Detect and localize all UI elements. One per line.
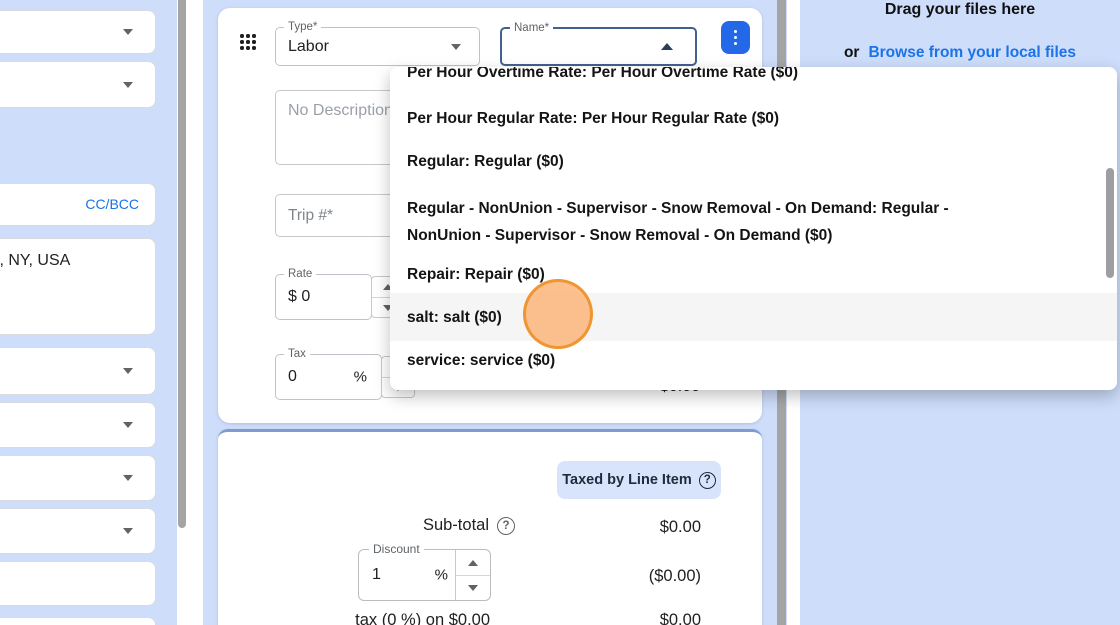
left-select-2[interactable] [0, 61, 156, 108]
tax-label: Tax [284, 347, 310, 361]
click-indicator [523, 279, 593, 349]
left-select-6[interactable] [0, 508, 156, 554]
discount-input[interactable] [359, 550, 429, 600]
triangle-up-icon [468, 559, 478, 566]
tax-line-value: $0.00 [659, 611, 701, 625]
subtotal-label: Sub-total [422, 516, 489, 534]
chevron-down-icon [123, 81, 133, 88]
line-item-menu-button[interactable] [721, 21, 750, 54]
name-select[interactable]: Name* [500, 21, 697, 66]
left-input-7[interactable] [0, 561, 156, 606]
menu-option[interactable]: Per Hour Regular Rate: Per Hour Regular … [390, 109, 1117, 129]
drag-handle-icon[interactable] [239, 33, 257, 51]
chevron-down-icon [123, 528, 133, 534]
menu-option-highlighted[interactable]: salt: salt ($0) [390, 308, 1117, 328]
left-panel-scrollbar[interactable] [178, 0, 186, 528]
left-input-8[interactable] [0, 617, 156, 625]
tax-percent-suffix: % [353, 368, 367, 386]
discount-percent-suffix: % [434, 566, 448, 584]
taxed-chip-label: Taxed by Line Item [562, 472, 692, 488]
name-options-menu: Per Hour Overtime Rate: Per Hour Overtim… [390, 67, 1117, 390]
help-icon[interactable]: ? [698, 471, 716, 489]
discount-amount: ($0.00) [648, 567, 701, 585]
address-text: le, NY, USA [0, 252, 71, 269]
recipient-field[interactable]: CC/BCC [0, 183, 156, 226]
address-field[interactable]: le, NY, USA [0, 238, 156, 335]
rate-field[interactable]: Rate $ 0 [275, 267, 372, 320]
chevron-down-icon [451, 43, 461, 50]
chevron-down-icon [123, 422, 133, 428]
subtotal-value: $0.00 [659, 518, 701, 536]
name-label: Name* [510, 21, 554, 35]
discount-increment-button[interactable] [456, 550, 490, 575]
tax-field[interactable]: Tax 0 % [275, 347, 382, 400]
menu-option[interactable]: Regular - NonUnion - Supervisor - Snow R… [390, 195, 1050, 249]
type-select[interactable]: Type* Labor [275, 20, 480, 66]
cc-bcc-link[interactable]: CC/BCC [85, 196, 139, 212]
subtotal-label-row: Sub-total ? [423, 516, 515, 535]
left-select-1[interactable] [0, 10, 156, 54]
menu-scrollbar[interactable] [1106, 168, 1114, 278]
rate-value: $ 0 [288, 288, 311, 305]
menu-option[interactable]: Regular: Regular ($0) [390, 152, 1117, 172]
chevron-down-icon [123, 368, 133, 374]
kebab-icon [734, 30, 737, 34]
type-value: Labor [288, 37, 329, 55]
menu-option[interactable]: Repair: Repair ($0) [390, 265, 1117, 285]
triangle-down-icon [468, 585, 478, 591]
tax-line-label: tax (0 %) on $0.00 [355, 611, 490, 625]
or-text: or [843, 44, 860, 61]
chevron-down-icon [123, 475, 133, 481]
tax-value: 0 [288, 368, 297, 385]
discount-stepper[interactable] [455, 550, 490, 600]
left-form-panel: CC/BCC le, NY, USA [0, 0, 177, 625]
upload-or-row: or Browse from your local files [800, 44, 1120, 62]
help-icon[interactable]: ? [497, 516, 515, 535]
type-label: Type* [284, 20, 322, 34]
invoice-summary-card: Taxed by Line Item ? Sub-total ? $0.00 D… [218, 429, 762, 625]
drag-files-title: Drag your files here [884, 1, 1036, 18]
discount-decrement-button[interactable] [456, 575, 490, 600]
browse-files-link[interactable]: Browse from your local files [868, 44, 1076, 62]
invoice-editor-screen: CC/BCC le, NY, USA Type* Labor Name* [0, 0, 1120, 625]
discount-field[interactable]: Discount % [358, 542, 491, 601]
chevron-up-icon [661, 42, 673, 50]
menu-option[interactable]: service: service ($0) [390, 351, 1117, 371]
left-select-3[interactable] [0, 347, 156, 395]
rate-label: Rate [284, 267, 317, 281]
menu-option[interactable]: Per Hour Overtime Rate: Per Hour Overtim… [390, 67, 1117, 83]
left-select-4[interactable] [0, 402, 156, 448]
taxed-by-line-item-chip[interactable]: Taxed by Line Item ? [557, 461, 721, 499]
left-select-5[interactable] [0, 455, 156, 501]
chevron-down-icon [123, 29, 133, 35]
